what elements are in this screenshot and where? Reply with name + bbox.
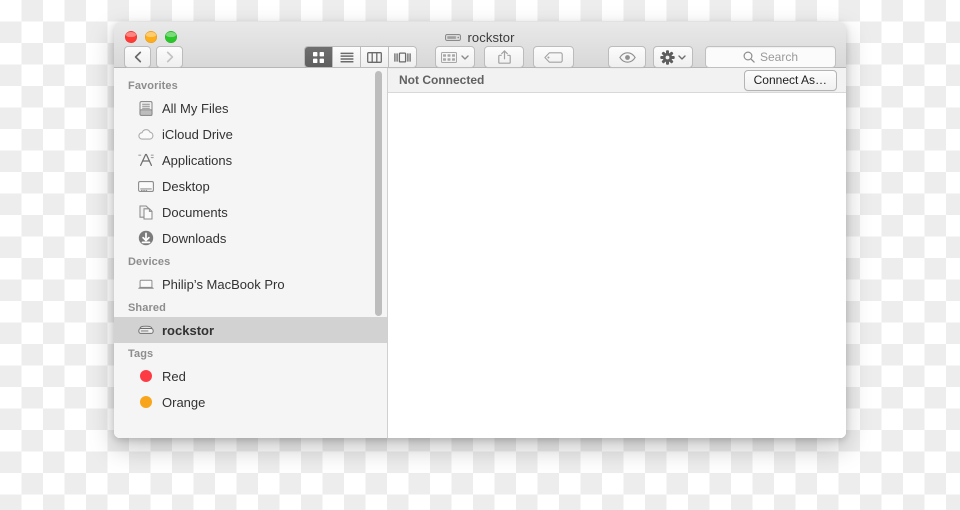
sidebar-header-devices: Devices — [128, 256, 171, 268]
window-body: Favorites All My Files iCloud Drive Appl… — [114, 68, 846, 438]
sidebar-item-label: rockstor — [162, 322, 215, 338]
arrange-grid-icon — [441, 51, 457, 63]
connection-status-bar: Not Connected Connect As… — [388, 68, 846, 93]
documents-icon — [138, 204, 154, 220]
action-menu-button[interactable] — [653, 46, 693, 68]
search-icon — [743, 51, 755, 63]
chevron-right-icon — [166, 51, 173, 63]
sidebar-item-label: iCloud Drive — [162, 126, 233, 142]
sidebar-item-label: Philip’s MacBook Pro — [162, 276, 285, 292]
sidebar-item-label: Orange — [162, 394, 206, 410]
downloads-icon — [138, 230, 154, 246]
sidebar-header-shared: Shared — [128, 302, 166, 314]
sidebar: Favorites All My Files iCloud Drive Appl… — [114, 68, 388, 438]
tag-dot-icon — [138, 394, 154, 410]
view-mode-segmented-control — [304, 46, 417, 68]
tag-dot-icon — [138, 368, 154, 384]
coverflow-view-button[interactable] — [389, 47, 416, 67]
sidebar-item-rockstor[interactable]: rockstor — [114, 317, 387, 343]
column-view-button[interactable] — [361, 47, 389, 67]
chevron-down-icon — [678, 54, 686, 60]
server-drive-icon — [445, 34, 462, 41]
search-field[interactable]: Search — [705, 46, 836, 68]
server-drive-icon — [138, 322, 154, 338]
sidebar-header-tags: Tags — [128, 348, 154, 360]
sidebar-item-downloads[interactable]: Downloads — [114, 225, 387, 251]
minimize-button[interactable] — [145, 31, 157, 43]
list-icon — [340, 52, 353, 62]
back-button[interactable] — [124, 46, 151, 68]
sidebar-item-tag-orange[interactable]: Orange — [114, 389, 387, 415]
sidebar-scrollbar[interactable] — [375, 71, 382, 316]
sidebar-item-label: Downloads — [162, 230, 227, 246]
sidebar-item-label: Red — [162, 368, 186, 384]
sidebar-item-applications[interactable]: Applications — [114, 147, 387, 173]
sidebar-item-label: Applications — [162, 152, 233, 168]
sidebar-item-icloud-drive[interactable]: iCloud Drive — [114, 121, 387, 147]
content-area: Not Connected Connect As… — [388, 68, 846, 438]
sidebar-item-philips-macbook-pro[interactable]: Philip’s MacBook Pro — [114, 271, 387, 297]
connect-as-button[interactable]: Connect As… — [743, 69, 837, 91]
sidebar-item-label: All My Files — [162, 100, 229, 116]
toolbar: Search — [114, 46, 846, 68]
tag-icon — [544, 51, 563, 63]
zoom-button[interactable] — [165, 31, 177, 43]
search-input[interactable]: Search — [760, 50, 798, 64]
gear-icon — [660, 49, 675, 65]
icloud-icon — [138, 126, 154, 142]
share-icon — [497, 50, 511, 64]
icon-view-button[interactable] — [305, 47, 333, 67]
coverflow-icon — [394, 51, 411, 63]
sidebar-item-tag-red[interactable]: Red — [114, 363, 387, 389]
sidebar-item-label: Desktop — [162, 178, 210, 194]
chevron-down-icon — [461, 54, 469, 60]
forward-button[interactable] — [156, 46, 183, 68]
eye-icon — [618, 51, 636, 63]
window-controls — [125, 31, 177, 43]
navigation-buttons — [124, 46, 183, 68]
connection-status-label: Not Connected — [399, 73, 485, 87]
chevron-left-icon — [134, 51, 141, 63]
file-list-area[interactable] — [388, 93, 846, 438]
applications-icon — [138, 152, 154, 168]
window-title: rockstor — [114, 30, 846, 45]
columns-icon — [367, 51, 382, 63]
sidebar-item-all-my-files[interactable]: All My Files — [114, 95, 387, 121]
sidebar-item-label: Documents — [162, 204, 228, 220]
close-button[interactable] — [125, 31, 137, 43]
edit-tags-button[interactable] — [533, 46, 574, 68]
quick-look-button[interactable] — [608, 46, 646, 68]
window-titlebar[interactable]: rockstor Search — [114, 22, 846, 68]
arrange-by-button[interactable] — [435, 46, 475, 68]
all-my-files-icon — [138, 100, 154, 116]
window-title-text: rockstor — [467, 30, 515, 45]
finder-window: rockstor Search Favorites All My Files i… — [114, 22, 846, 438]
list-view-button[interactable] — [333, 47, 361, 67]
grid-icon — [313, 51, 324, 63]
sidebar-header-favorites: Favorites — [128, 80, 178, 92]
sidebar-item-desktop[interactable]: Desktop — [114, 173, 387, 199]
sidebar-item-documents[interactable]: Documents — [114, 199, 387, 225]
laptop-icon — [138, 276, 154, 292]
desktop-icon — [138, 178, 154, 194]
share-button[interactable] — [484, 46, 524, 68]
